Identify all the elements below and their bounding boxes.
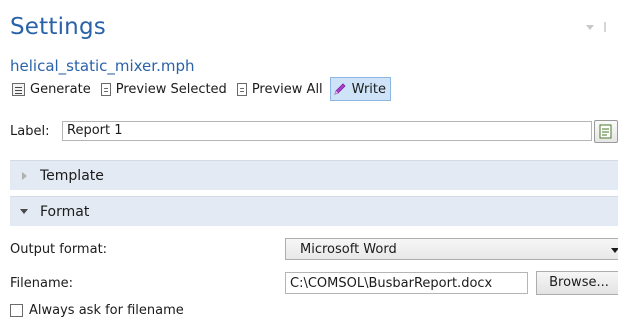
label-settings-button[interactable] (594, 120, 618, 143)
document-icon (236, 82, 247, 96)
section-template-label: Template (40, 167, 104, 184)
section-format[interactable]: Format (10, 196, 618, 226)
settings-toolbar: Generate Preview Selected Preview All Wr… (9, 77, 393, 101)
preview-all-button[interactable]: Preview All (234, 77, 328, 101)
pin-icon[interactable] (604, 22, 612, 32)
chevron-right-icon (14, 171, 34, 180)
preview-selected-button[interactable]: Preview Selected (98, 77, 232, 101)
preview-selected-label: Preview Selected (115, 81, 227, 97)
always-ask-row: Always ask for filename (10, 301, 184, 319)
filename-row: Filename: C:\COMSOL\BusbarReport.docx Br… (10, 271, 618, 296)
generate-icon (12, 82, 25, 96)
generate-label: Generate (30, 81, 91, 97)
write-label: Write (351, 81, 386, 97)
document-icon (599, 124, 612, 139)
section-format-label: Format (40, 203, 90, 220)
section-template[interactable]: Template (10, 160, 618, 190)
preview-all-label: Preview All (251, 81, 323, 97)
pen-icon (333, 82, 347, 96)
always-ask-label: Always ask for filename (29, 302, 184, 318)
output-format-row: Output format: Microsoft Word (10, 238, 618, 262)
generate-button[interactable]: Generate (9, 77, 96, 101)
panel-subtitle: helical_static_mixer.mph (10, 57, 195, 75)
output-format-value: Microsoft Word (300, 242, 397, 257)
label-field-label: Label: (10, 124, 50, 139)
document-icon (100, 82, 111, 96)
filename-input[interactable]: C:\COMSOL\BusbarReport.docx (285, 272, 528, 294)
menu-arrow-icon[interactable] (586, 24, 594, 30)
browse-button[interactable]: Browse... (536, 271, 618, 295)
chevron-down-icon (611, 248, 618, 253)
write-button[interactable]: Write (329, 77, 391, 101)
output-format-label: Output format: (10, 242, 108, 257)
always-ask-checkbox[interactable] (10, 303, 23, 317)
output-format-select[interactable]: Microsoft Word (285, 238, 618, 260)
filename-label: Filename: (10, 276, 74, 291)
label-row: Label: Report 1 (10, 120, 618, 143)
panel-window-controls (586, 22, 612, 32)
panel-title: Settings (10, 14, 106, 40)
label-input[interactable]: Report 1 (62, 121, 592, 141)
chevron-down-icon (14, 209, 34, 214)
